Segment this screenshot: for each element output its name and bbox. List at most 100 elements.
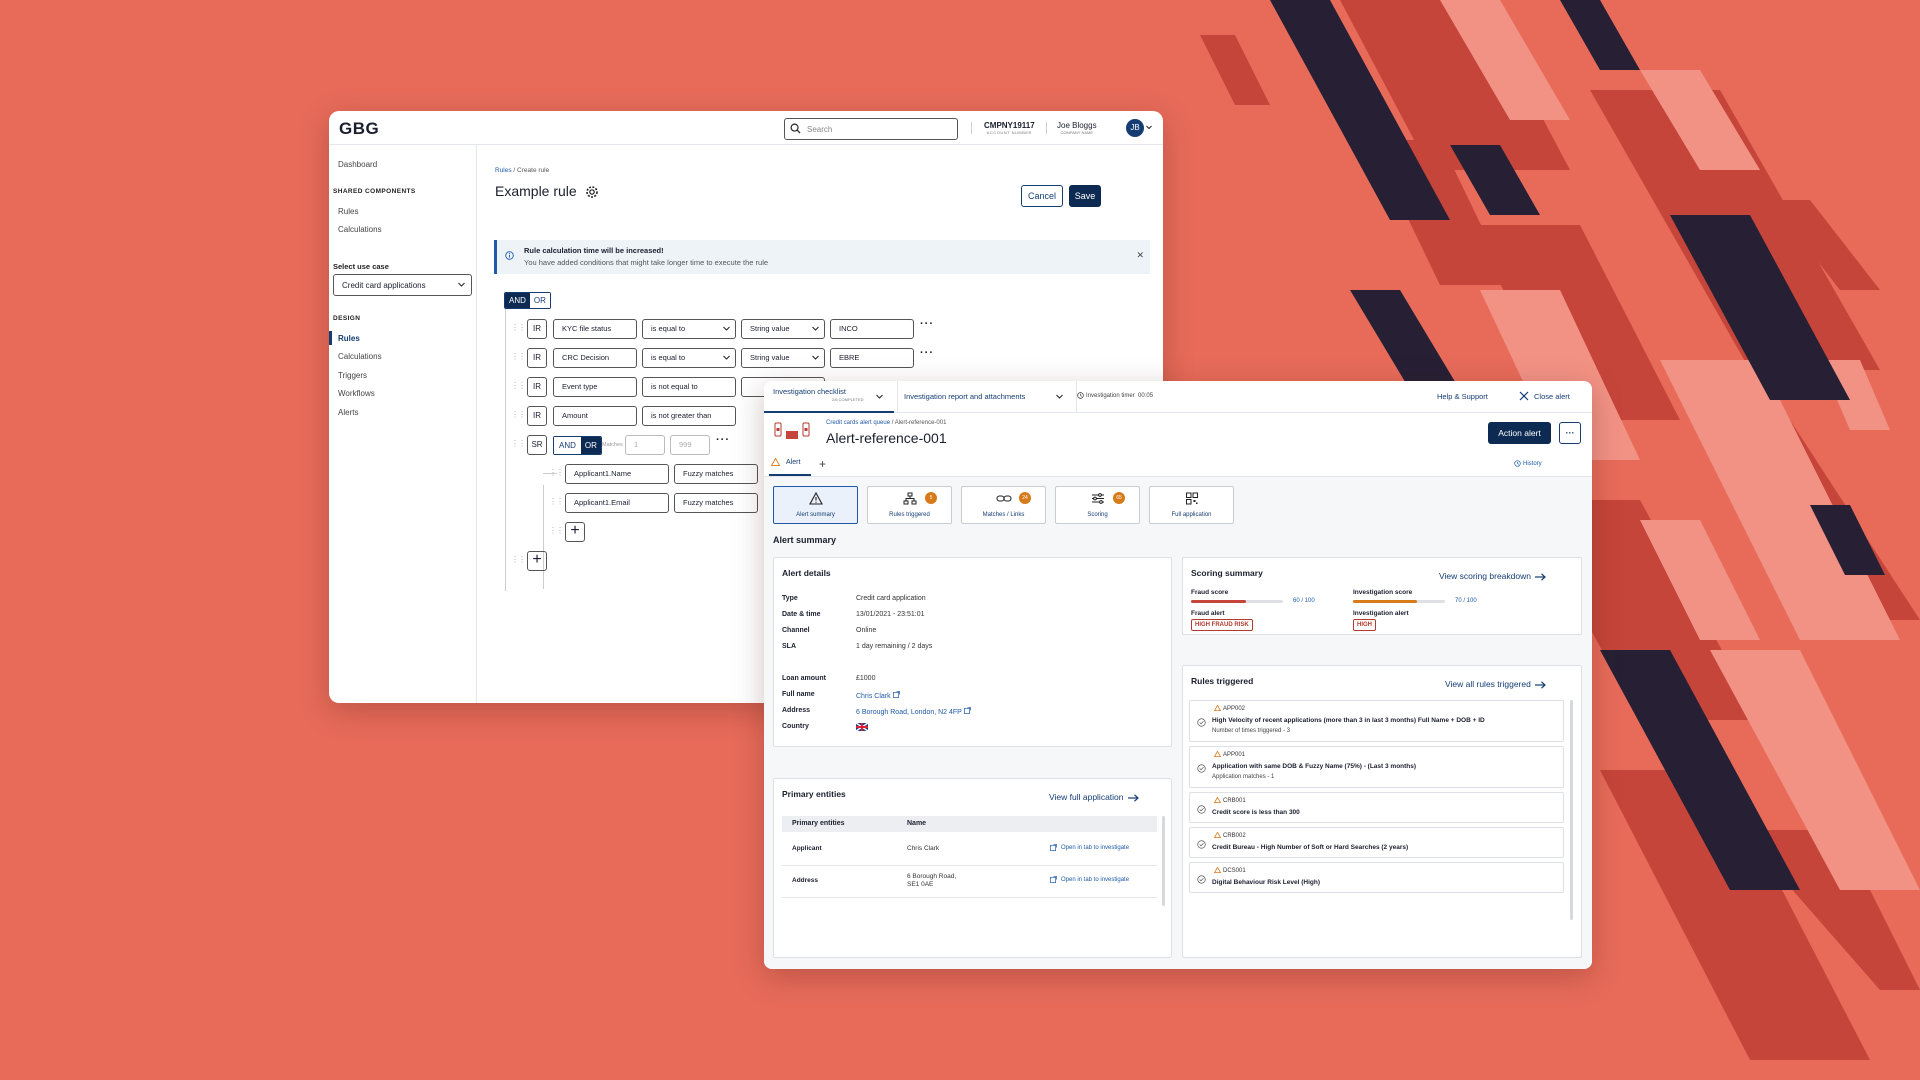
open-in-tab-link[interactable]: Open in tab to investigate (1050, 844, 1129, 851)
value-type-select[interactable]: String value (741, 348, 825, 368)
drag-handle[interactable]: ⋮⋮ (549, 526, 564, 535)
field-select[interactable]: Event type (553, 377, 637, 397)
field-select[interactable]: Amount (553, 406, 637, 426)
card-alert-summary[interactable]: Alert summary (773, 486, 858, 524)
operator-select[interactable]: Fuzzy matches (674, 464, 758, 484)
warning-icon (1213, 831, 1222, 839)
card-scoring[interactable]: 65 Scoring (1055, 486, 1140, 524)
full-name-link[interactable]: Chris Clark (856, 691, 900, 700)
gear-icon[interactable] (585, 185, 599, 199)
history-link[interactable]: History (1514, 460, 1542, 467)
tab-investigation-checklist[interactable]: Investigation checklist 2/6 COMPLETED (764, 381, 894, 413)
operator-select[interactable]: is equal to (642, 348, 736, 368)
rule-item[interactable]: APP002 High Velocity of recent applicati… (1189, 700, 1564, 742)
sidebar-item-triggers[interactable]: Triggers (338, 371, 367, 380)
card-label: Matches / Links (982, 512, 1025, 518)
close-alert-button[interactable]: Close alert (1519, 391, 1570, 401)
field-select[interactable]: KYC file status (553, 319, 637, 339)
matches-max-input[interactable]: 999 (670, 435, 710, 455)
sidebar-item-alerts[interactable]: Alerts (338, 408, 358, 417)
gbg-logo[interactable]: GBG (339, 119, 379, 139)
subrule-or-option[interactable]: OR (580, 437, 601, 454)
breadcrumb-queue-link[interactable]: Credit cards alert queue (826, 420, 890, 426)
sidebar-item-shared-rules[interactable]: Rules (338, 207, 358, 216)
operator-select[interactable]: Fuzzy matches (674, 493, 758, 513)
more-options-icon[interactable]: ··· (920, 318, 934, 330)
scrollbar[interactable] (1570, 700, 1573, 920)
add-condition-button[interactable]: + (527, 551, 547, 571)
value-type-select[interactable]: String value (741, 319, 825, 339)
rule-item[interactable]: DCS001 Digital Behaviour Risk Level (Hig… (1189, 862, 1564, 893)
column-header: Primary entities (792, 820, 845, 827)
rule-description: Credit score is less than 300 (1212, 809, 1300, 816)
view-all-rules-link[interactable]: View all rules triggered (1445, 679, 1546, 689)
rule-item[interactable]: CRB002 Credit Bureau - High Number of So… (1189, 827, 1564, 858)
condition-tag: IR (527, 377, 547, 397)
fraud-score-label: Fraud score (1191, 589, 1229, 596)
field-select[interactable]: CRC Decision (553, 348, 637, 368)
root-and-option[interactable]: AND (505, 293, 530, 308)
operator-select[interactable]: is not equal to (642, 377, 736, 397)
save-button[interactable]: Save (1069, 185, 1101, 207)
sidebar-item-calculations[interactable]: Calculations (338, 352, 382, 361)
matches-min-input[interactable]: 1 (625, 435, 665, 455)
root-and-or-toggle[interactable]: AND OR (504, 292, 551, 309)
drag-handle[interactable]: ⋮⋮ (549, 468, 564, 477)
scrollbar[interactable] (1162, 816, 1165, 906)
drag-handle[interactable]: ⋮⋮ (511, 323, 526, 332)
field-select[interactable]: Applicant1.Email (565, 493, 669, 513)
detail-key: Type (782, 595, 798, 602)
warning-icon (1213, 704, 1222, 712)
more-options-button[interactable]: ··· (1559, 422, 1581, 444)
drag-handle[interactable]: ⋮⋮ (511, 439, 526, 448)
action-alert-button[interactable]: Action alert (1488, 422, 1551, 444)
more-options-icon[interactable]: ··· (920, 347, 934, 359)
sidebar-item-dashboard[interactable]: Dashboard (338, 160, 377, 169)
close-icon[interactable]: ✕ (1136, 250, 1144, 261)
rule-item[interactable]: APP001 Application with same DOB & Fuzzy… (1189, 746, 1564, 788)
drag-handle[interactable]: ⋮⋮ (511, 410, 526, 419)
cancel-button[interactable]: Cancel (1021, 185, 1063, 207)
view-full-application-link[interactable]: View full application (1049, 792, 1139, 802)
value-input[interactable]: EBRE (830, 348, 914, 368)
search-input[interactable]: Search (784, 118, 958, 140)
card-full-application[interactable]: Full application (1149, 486, 1234, 524)
rule-item[interactable]: CRB001 Credit score is less than 300 (1189, 792, 1564, 823)
tab-investigation-report[interactable]: Investigation report and attachments (904, 381, 1063, 413)
breadcrumb-rules-link[interactable]: Rules (495, 167, 512, 174)
card-matches-links[interactable]: 24 Matches / Links (961, 486, 1046, 524)
avatar[interactable]: JB (1126, 119, 1144, 137)
drag-handle[interactable]: ⋮⋮ (549, 497, 564, 506)
more-options-icon[interactable]: ··· (716, 434, 730, 446)
address-link[interactable]: 6 Borough Road, London, N2 4FP (856, 707, 971, 716)
user-info[interactable]: Joe Bloggs COMPANY NAME (1057, 121, 1097, 135)
sidebar-item-shared-calculations[interactable]: Calculations (338, 225, 382, 234)
field-select[interactable]: Applicant1.Name (565, 464, 669, 484)
add-subcondition-button[interactable]: + (565, 522, 585, 542)
account-id: CMPNY19117 (984, 121, 1035, 130)
drag-handle[interactable]: ⋮⋮ (511, 381, 526, 390)
root-or-option[interactable]: OR (529, 293, 550, 308)
warning-banner: Rule calculation time will be increased!… (494, 240, 1150, 274)
operator-select[interactable]: is equal to (642, 319, 736, 339)
sidebar-heading-design: DESIGN (333, 315, 361, 322)
chevron-down-icon (723, 326, 730, 331)
open-in-tab-link[interactable]: Open in tab to investigate (1050, 876, 1129, 883)
view-scoring-breakdown-link[interactable]: View scoring breakdown (1439, 571, 1546, 581)
drag-handle[interactable]: ⋮⋮ (511, 555, 526, 564)
sidebar-item-rules[interactable]: Rules (338, 334, 360, 343)
help-support-link[interactable]: Help & Support (1437, 392, 1488, 401)
drag-handle[interactable]: ⋮⋮ (511, 352, 526, 361)
card-rules-triggered[interactable]: 5 Rules triggered (867, 486, 952, 524)
operator-select[interactable]: is not greater than (642, 406, 736, 426)
add-tab-button[interactable]: + (819, 457, 826, 471)
subrule-and-or-toggle[interactable]: AND OR (553, 436, 602, 455)
history-label: History (1523, 461, 1542, 467)
info-icon (505, 251, 514, 260)
chevron-down-icon[interactable] (1146, 125, 1152, 130)
hierarchy-icon (903, 492, 916, 505)
value-input[interactable]: INCO (830, 319, 914, 339)
use-case-select[interactable]: Credit card applications (333, 274, 472, 296)
subrule-and-option[interactable]: AND (554, 437, 581, 454)
sidebar-item-workflows[interactable]: Workflows (338, 389, 375, 398)
